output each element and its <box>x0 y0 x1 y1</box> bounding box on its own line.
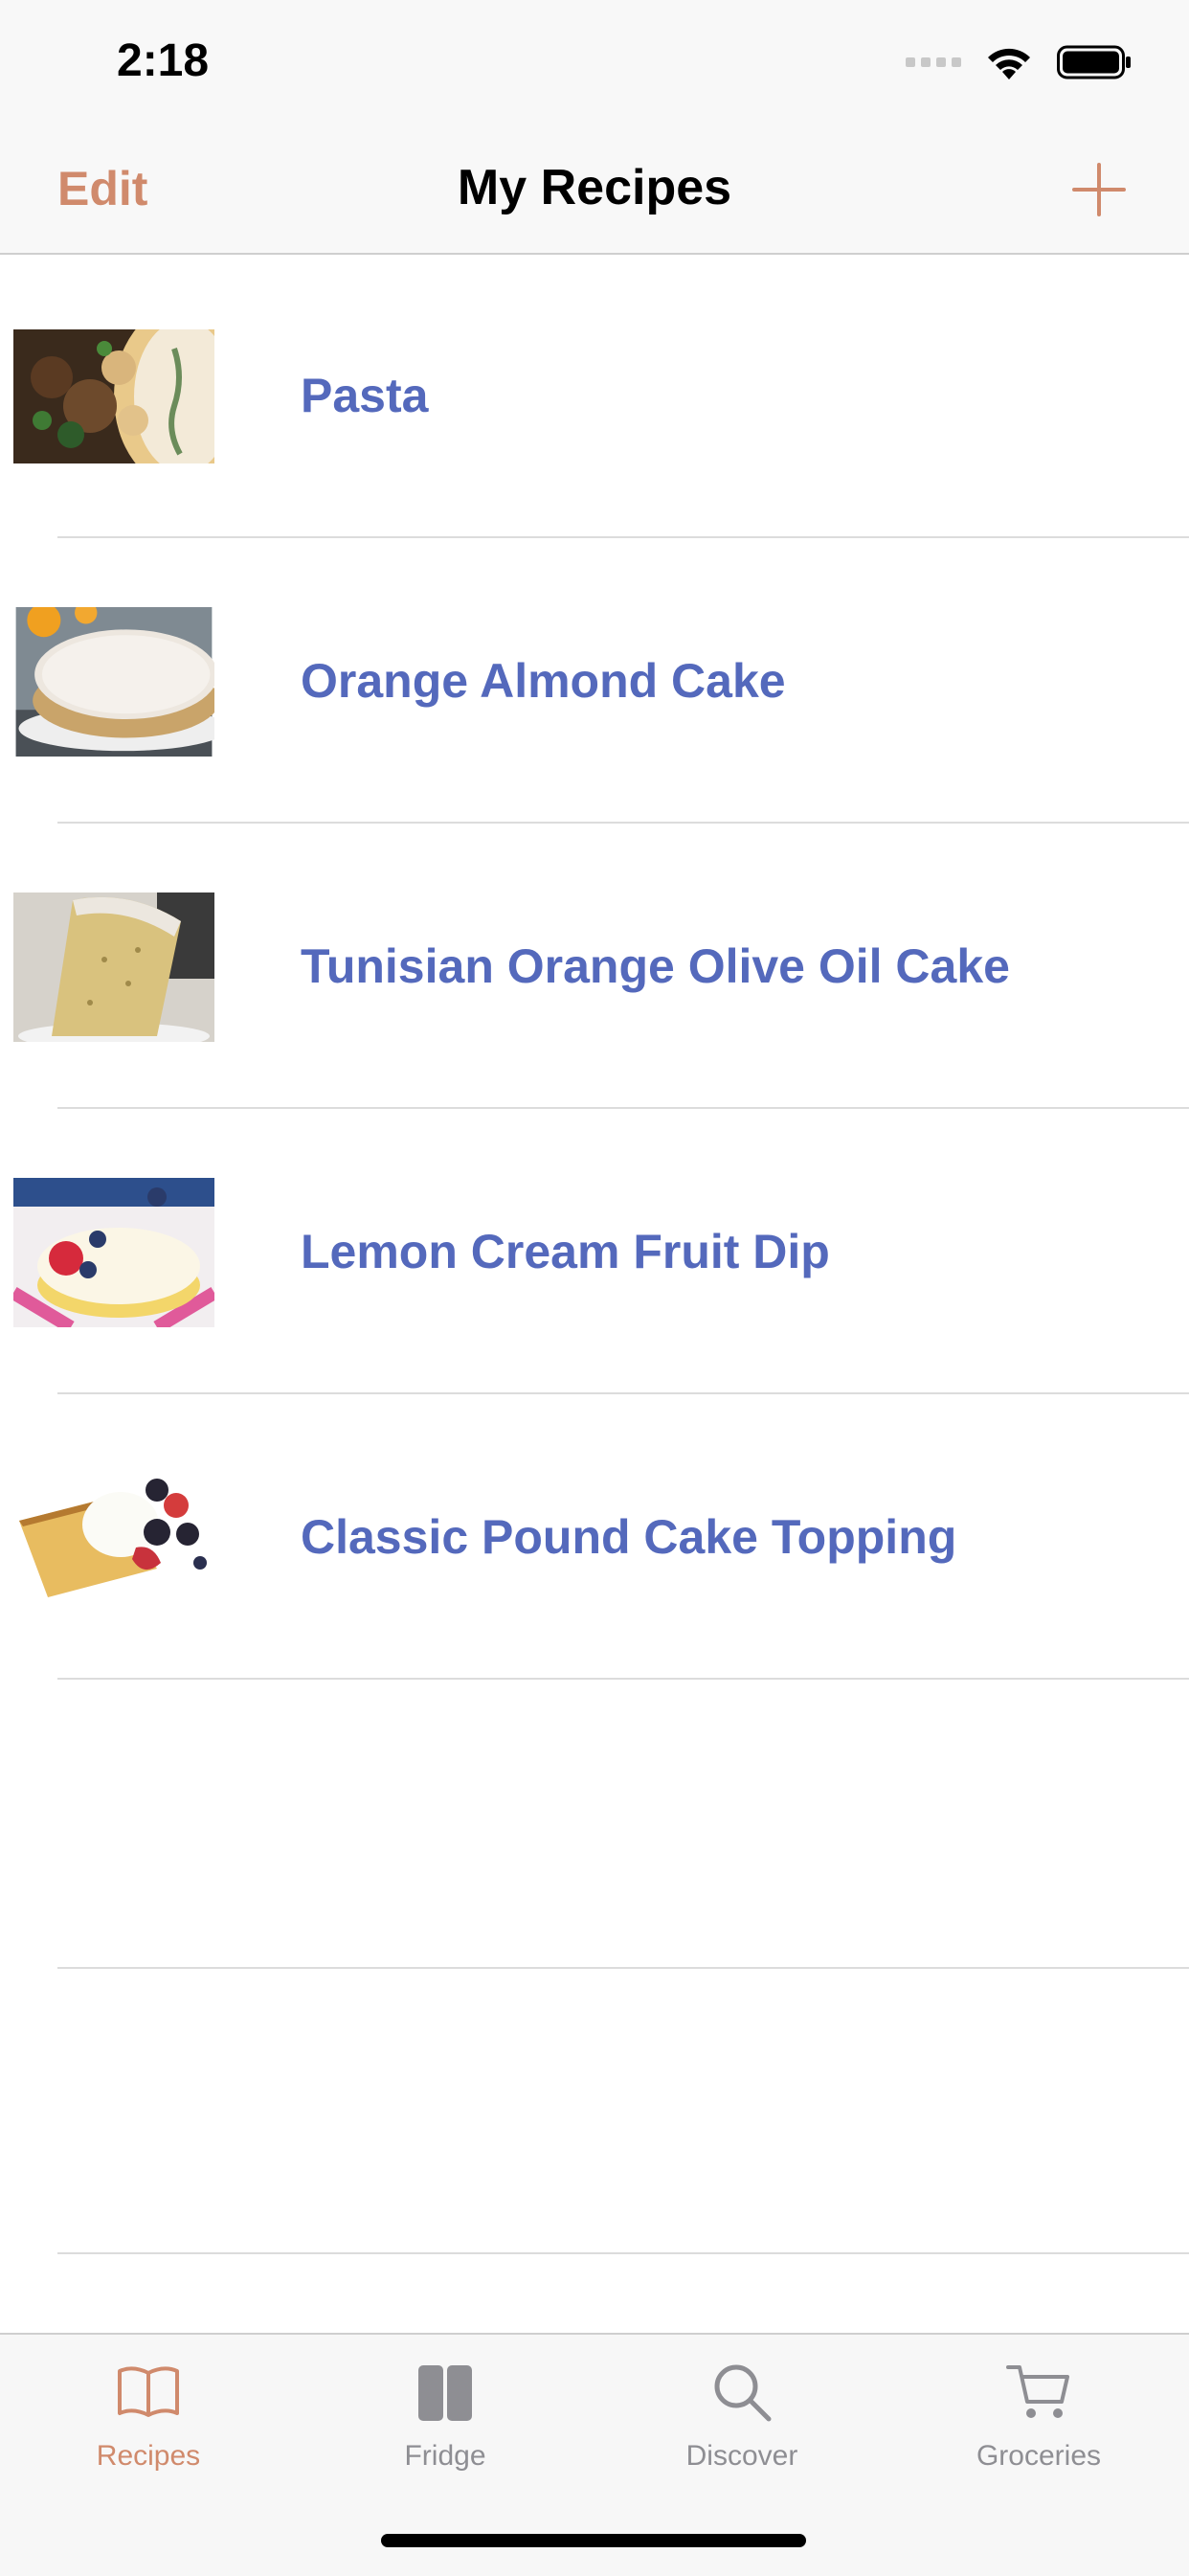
bundt-cake-photo <box>13 893 214 1042</box>
recipe-name: Pasta <box>301 369 429 422</box>
recipe-name: Lemon Cream Fruit Dip <box>301 1225 830 1278</box>
add-recipe-button[interactable] <box>1070 161 1128 218</box>
tab-discover[interactable]: Discover <box>594 2358 890 2473</box>
recipe-row[interactable]: Pasta <box>0 253 1189 538</box>
signal-icon <box>906 57 961 67</box>
tab-label: Fridge <box>404 2440 486 2472</box>
status-time: 2:18 <box>117 35 210 86</box>
recipe-row[interactable]: Orange Almond Cake <box>0 538 1189 824</box>
row-divider <box>57 1967 1189 1969</box>
cart-icon <box>1006 2365 1069 2418</box>
recipe-name: Classic Pound Cake Topping <box>301 1510 957 1564</box>
tab-label: Discover <box>685 2440 798 2472</box>
row-divider <box>57 2252 1189 2254</box>
recipe-row[interactable]: Classic Pound Cake Topping <box>0 1394 1189 1680</box>
battery-icon <box>1057 45 1131 79</box>
book-icon <box>118 2366 179 2417</box>
search-icon <box>714 2364 772 2422</box>
recipe-row[interactable]: Tunisian Orange Olive Oil Cake <box>0 824 1189 1109</box>
pound-cake-photo <box>13 1463 214 1613</box>
status-icons <box>906 38 1132 86</box>
recipe-name: Tunisian Orange Olive Oil Cake <box>301 939 1010 993</box>
tab-groceries[interactable]: Groceries <box>890 2358 1187 2473</box>
fridge-icon <box>418 2365 472 2421</box>
recipe-name: Orange Almond Cake <box>301 654 786 708</box>
tab-label: Groceries <box>976 2440 1102 2472</box>
row-divider <box>57 1678 1189 1680</box>
fruit-dip-photo <box>13 1178 214 1327</box>
home-indicator <box>381 2534 806 2547</box>
wifi-icon <box>988 48 1030 79</box>
recipe-list: Pasta Orange Almond Cake Tunisian Orange… <box>0 253 1189 2254</box>
tab-recipes[interactable]: Recipes <box>0 2358 297 2473</box>
cake-photo <box>15 607 214 757</box>
page-title: My Recipes <box>457 160 732 215</box>
navigation-bar: 2:18 Edit My Recipes <box>0 0 1189 255</box>
recipe-row[interactable]: Lemon Cream Fruit Dip <box>0 1109 1189 1394</box>
tab-label: Recipes <box>96 2440 201 2472</box>
tab-fridge[interactable]: Fridge <box>297 2358 594 2473</box>
pasta-photo <box>13 329 214 463</box>
